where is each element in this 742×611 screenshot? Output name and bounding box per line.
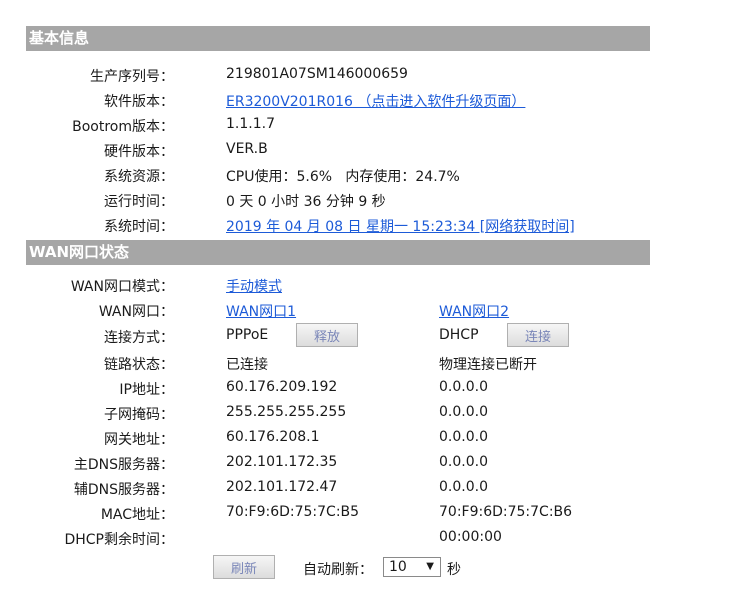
row-connection: 连接方式： PPPoE 释放 DHCP 连接 <box>0 322 742 347</box>
auto-refresh-label: 自动刷新： <box>303 562 373 578</box>
hardware-label: 硬件版本： <box>104 144 174 160</box>
wan2-dns1: 0.0.0.0 <box>439 454 488 470</box>
row-gateway: 网关地址： 60.176.208.1 0.0.0.0 <box>0 424 742 449</box>
mask-label: 子网掩码： <box>104 407 174 423</box>
row-ip: IP地址： 60.176.209.192 0.0.0.0 <box>0 374 742 399</box>
wan2-dns2: 0.0.0.0 <box>439 479 488 495</box>
wan1-dns1: 202.101.172.35 <box>226 454 338 470</box>
wan1-gateway: 60.176.208.1 <box>226 429 320 445</box>
gateway-label: 网关地址： <box>104 432 174 448</box>
wan1-link-status: 已连接 <box>226 357 268 373</box>
hardware-value: VER.B <box>226 141 268 157</box>
refresh-interval-select[interactable]: 10 ▼ <box>383 557 441 577</box>
dns1-label: 主DNS服务器： <box>73 457 174 473</box>
systime-link[interactable]: 2019 年 04 月 08 日 星期一 15:23:34 [网络获取时间] <box>226 216 575 236</box>
dns2-label: 辅DNS服务器： <box>73 482 174 498</box>
row-hardware: 硬件版本： VER.B <box>0 136 742 161</box>
resources-label: 系统资源： <box>104 169 174 185</box>
ip-label: IP地址： <box>119 382 174 398</box>
mac-label: MAC地址： <box>100 507 174 523</box>
dhcp-lease-label: DHCP剩余时间： <box>64 532 174 548</box>
bootrom-value: 1.1.1.7 <box>226 116 275 132</box>
wan2-ip: 0.0.0.0 <box>439 379 488 395</box>
wan-port1-link[interactable]: WAN网口1 <box>226 301 296 321</box>
row-resources: 系统资源： CPU使用：5.6% 内存使用：24.7% <box>0 161 742 186</box>
wan-port2-link[interactable]: WAN网口2 <box>439 301 509 321</box>
uptime-value: 0 天 0 小时 36 分钟 9 秒 <box>226 194 386 210</box>
wan2-gateway: 0.0.0.0 <box>439 429 488 445</box>
connect-button[interactable]: 连接 <box>507 323 569 347</box>
bootrom-label: Bootrom版本： <box>72 119 174 135</box>
software-upgrade-link[interactable]: ER3200V201R016 （点击进入软件升级页面） <box>226 91 525 111</box>
refresh-controls: 刷新 自动刷新： 10 ▼ 秒 <box>0 554 742 579</box>
row-dhcp-lease: DHCP剩余时间： 00:00:00 <box>0 524 742 549</box>
serial-value: 219801A07SM146000659 <box>226 66 408 82</box>
row-dns1: 主DNS服务器： 202.101.172.35 0.0.0.0 <box>0 449 742 474</box>
row-bootrom: Bootrom版本： 1.1.1.7 <box>0 111 742 136</box>
wan1-mask: 255.255.255.255 <box>226 404 347 420</box>
wan1-mac: 70:F9:6D:75:7C:B5 <box>226 504 360 520</box>
wan-port-label: WAN网口： <box>98 304 174 320</box>
row-uptime: 运行时间： 0 天 0 小时 36 分钟 9 秒 <box>0 186 742 211</box>
wan2-mask: 0.0.0.0 <box>439 404 488 420</box>
row-wan-mode: WAN网口模式： 手动模式 <box>0 271 742 296</box>
software-label: 软件版本： <box>104 94 174 110</box>
wan2-dhcp-lease: 00:00:00 <box>439 529 502 545</box>
row-mac: MAC地址： 70:F9:6D:75:7C:B5 70:F9:6D:75:7C:… <box>0 499 742 524</box>
seconds-unit: 秒 <box>447 562 461 578</box>
wan2-mac: 70:F9:6D:75:7C:B6 <box>439 504 573 520</box>
link-label: 链路状态： <box>104 357 174 373</box>
chevron-down-icon: ▼ <box>426 561 434 572</box>
row-wan-port: WAN网口： WAN网口1 WAN网口2 <box>0 296 742 321</box>
wan1-ip: 60.176.209.192 <box>226 379 338 395</box>
wan-mode-link[interactable]: 手动模式 <box>226 276 282 296</box>
systime-label: 系统时间： <box>104 219 174 235</box>
row-serial: 生产序列号： 219801A07SM146000659 <box>0 61 742 86</box>
wan2-connection-type: DHCP <box>439 327 479 343</box>
connection-label: 连接方式： <box>104 330 174 346</box>
basic-info-header: 基本信息 <box>26 26 650 51</box>
wan1-dns2: 202.101.172.47 <box>226 479 338 495</box>
release-button[interactable]: 释放 <box>296 323 358 347</box>
row-mask: 子网掩码： 255.255.255.255 0.0.0.0 <box>0 399 742 424</box>
row-systime: 系统时间： 2019 年 04 月 08 日 星期一 15:23:34 [网络获… <box>0 211 742 236</box>
wan-mode-label: WAN网口模式： <box>70 279 174 295</box>
row-link: 链路状态： 已连接 物理连接已断开 <box>0 349 742 374</box>
wan1-connection-type: PPPoE <box>226 327 269 343</box>
wan2-link-status: 物理连接已断开 <box>439 357 537 373</box>
row-software: 软件版本： ER3200V201R016 （点击进入软件升级页面） <box>0 86 742 111</box>
uptime-label: 运行时间： <box>104 194 174 210</box>
serial-label: 生产序列号： <box>90 69 174 85</box>
refresh-button[interactable]: 刷新 <box>213 555 275 579</box>
refresh-interval-value: 10 <box>389 559 407 575</box>
wan-status-header: WAN网口状态 <box>26 240 650 265</box>
row-dns2: 辅DNS服务器： 202.101.172.47 0.0.0.0 <box>0 474 742 499</box>
resources-value: CPU使用：5.6% 内存使用：24.7% <box>226 169 460 185</box>
